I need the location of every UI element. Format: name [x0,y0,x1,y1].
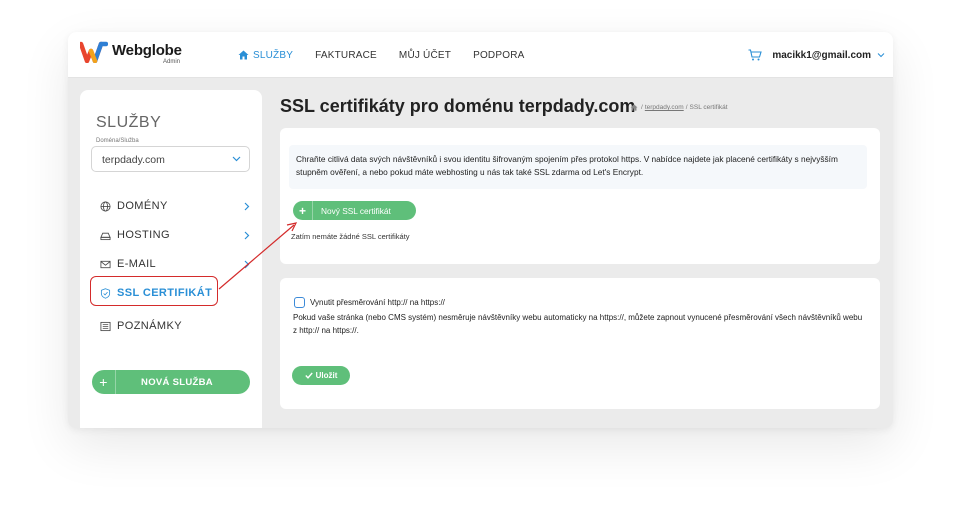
https-redirect-card: Vynutit přesměrování http:// na https://… [280,278,880,409]
nav-item-fakturace[interactable]: FAKTURACE [315,50,377,61]
redirect-checkbox-row[interactable]: Vynutit přesměrování http:// na https:// [294,297,445,308]
breadcrumb-separator: / [641,104,643,111]
new-service-label: NOVÁ SLUŽBA [141,376,213,388]
plus-icon: + [92,370,116,394]
breadcrumb-current: SSL certifikát [689,104,728,111]
page-title: SSL certifikáty pro doménu terpdady.com [280,96,636,116]
breadcrumb-separator: / [685,104,688,111]
sidebar-item-label: E-MAIL [117,258,157,270]
sidebar-item-email[interactable]: E-MAIL [100,254,250,274]
domain-select-value: terpdady.com [102,154,165,166]
redirect-label: Vynutit přesměrování http:// na https:// [310,298,445,307]
sidebar-item-ssl-certifikat[interactable]: SSL CERTIFIKÁT [100,283,250,303]
webglobe-logo-icon [80,41,108,63]
plus-icon: + [293,201,313,220]
new-ssl-certificate-button[interactable]: + Nový SSL certifikát [293,201,416,220]
save-button[interactable]: Uložit [292,366,350,385]
ssl-info-text: Chraňte citlivá data svých návštěvníků i… [289,145,867,189]
chevron-down-icon[interactable] [877,52,885,58]
brand-sub: Admin [163,59,181,65]
sidebar-item-label: SSL CERTIFIKÁT [117,287,213,299]
save-label: Uložit [315,371,338,380]
nav-item-label: SLUŽBY [253,49,294,61]
nav-item-podpora[interactable]: PODPORA [473,50,524,61]
nav-item-muj-ucet[interactable]: MŮJ ÚČET [399,50,451,61]
sidebar: SLUŽBY Doména/Služba terpdady.com DOMÉNY [80,90,262,428]
sidebar-item-label: POZNÁMKY [117,320,182,332]
no-certificates-text: Zatím nemáte žádné SSL certifikáty [291,232,410,241]
notes-icon [100,321,111,331]
redirect-checkbox[interactable] [294,297,305,308]
sidebar-item-domeny[interactable]: DOMÉNY [100,196,250,216]
app-window: Webglobe Admin SLUŽBY FAKTURACE MŮJ ÚČET… [68,32,893,428]
select-label: Doména/Služba [96,138,139,144]
sidebar-title: SLUŽBY [96,114,162,131]
brand-name: Webglobe [112,42,182,59]
globe-icon [100,201,111,211]
home-icon [238,50,249,60]
check-icon [304,372,313,379]
nav-item-sluzby[interactable]: SLUŽBY [238,50,293,61]
domain-select[interactable]: terpdady.com [91,146,250,172]
hosting-icon [100,232,111,240]
redirect-description: Pokud vaše stránka (nebo CMS systém) nes… [293,313,863,335]
sidebar-item-label: HOSTING [117,229,170,241]
ssl-certificates-card: Chraňte citlivá data svých návštěvníků i… [280,128,880,264]
new-ssl-label: Nový SSL certifikát [321,205,391,216]
new-service-button[interactable]: + NOVÁ SLUŽBA [92,370,250,394]
nav-item-label: FAKTURACE [315,49,377,61]
mail-icon [100,260,111,268]
breadcrumb-link-domain[interactable]: terpdady.com [645,104,684,111]
sidebar-item-poznamky[interactable]: POZNÁMKY [100,316,250,336]
cart-icon[interactable] [748,49,763,61]
shield-icon [100,287,111,299]
sidebar-item-label: DOMÉNY [117,200,168,212]
breadcrumb: / terpdady.com / SSL certifikát [630,104,728,111]
user-menu[interactable]: macikk1@gmail.com [748,32,885,78]
nav-item-label: MŮJ ÚČET [398,49,452,61]
home-icon[interactable] [630,104,638,111]
webglobe-logo[interactable]: Webglobe Admin [80,40,190,70]
chevron-right-icon [244,260,250,269]
user-email[interactable]: macikk1@gmail.com [772,50,871,61]
chevron-right-icon [244,202,250,211]
top-navbar: Webglobe Admin SLUŽBY FAKTURACE MŮJ ÚČET… [68,32,893,78]
sidebar-item-hosting[interactable]: HOSTING [100,225,250,245]
chevron-down-icon [232,156,241,162]
chevron-right-icon [244,231,250,240]
main-nav: SLUŽBY FAKTURACE MŮJ ÚČET PODPORA [238,32,547,78]
nav-item-label: PODPORA [473,49,525,61]
